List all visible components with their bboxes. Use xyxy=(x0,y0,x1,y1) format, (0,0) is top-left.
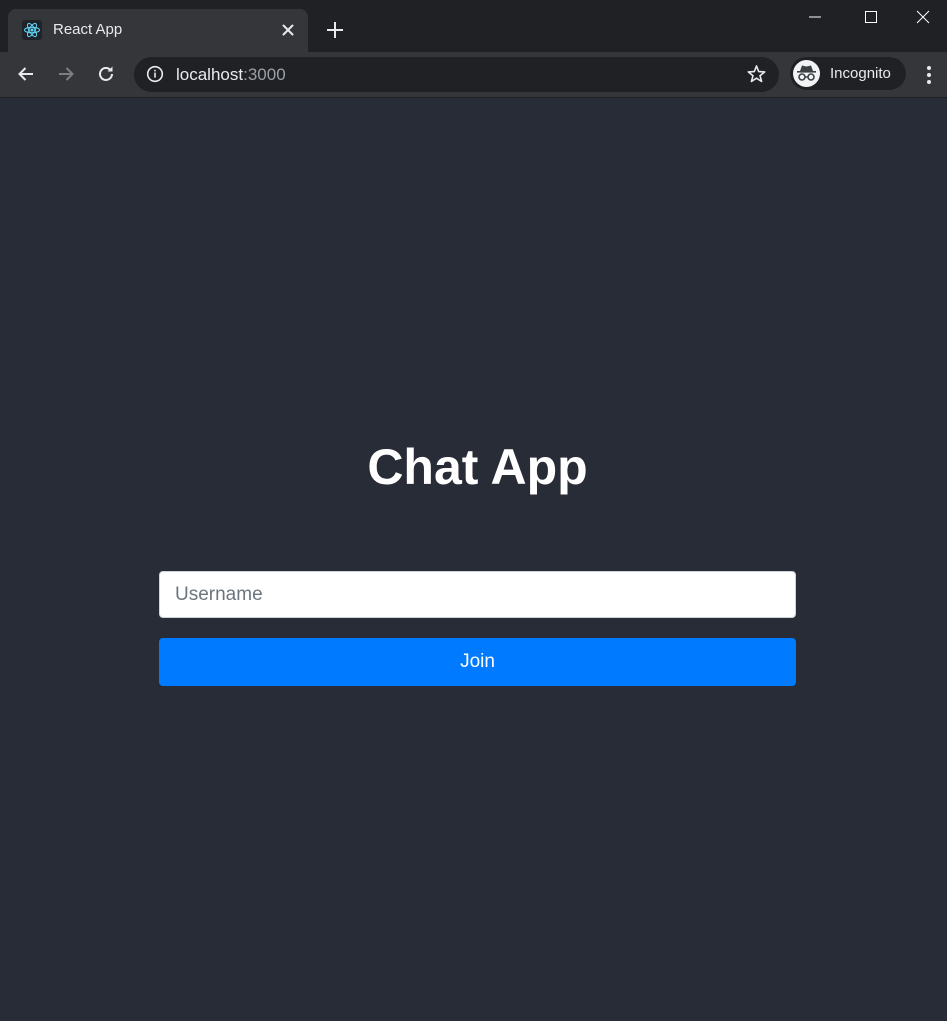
browser-toolbar: localhost:3000 Incognito xyxy=(0,52,947,98)
browser-window: React App localhost:3000 Incognito Chat … xyxy=(0,0,947,1021)
reload-icon[interactable] xyxy=(93,61,119,87)
close-window-icon[interactable] xyxy=(899,0,947,34)
incognito-icon xyxy=(793,60,820,87)
bookmark-star-icon[interactable] xyxy=(746,64,767,85)
incognito-profile-button[interactable]: Incognito xyxy=(790,57,906,90)
address-bar[interactable]: localhost:3000 xyxy=(134,57,779,92)
profile-label: Incognito xyxy=(830,65,891,82)
address-host: localhost xyxy=(176,65,244,84)
address-port: :3000 xyxy=(243,65,286,84)
tab-strip: React App xyxy=(0,0,947,52)
page-content: Chat App Join xyxy=(0,98,947,1021)
site-info-icon[interactable] xyxy=(146,65,164,83)
address-url: localhost:3000 xyxy=(176,65,286,85)
tab-close-icon[interactable] xyxy=(278,20,298,40)
back-arrow-icon[interactable] xyxy=(13,61,39,87)
new-tab-icon[interactable] xyxy=(324,19,346,41)
minimize-window-icon[interactable] xyxy=(787,0,843,34)
browser-menu-icon[interactable] xyxy=(919,62,939,88)
join-button[interactable]: Join xyxy=(159,638,796,686)
page-title: Chat App xyxy=(367,439,588,495)
username-input[interactable] xyxy=(159,571,796,618)
tab-react-app[interactable]: React App xyxy=(8,9,308,52)
react-logo-icon xyxy=(22,20,42,40)
tab-title: React App xyxy=(53,21,123,38)
forward-arrow-icon[interactable] xyxy=(53,61,79,87)
maximize-window-icon[interactable] xyxy=(843,0,899,34)
